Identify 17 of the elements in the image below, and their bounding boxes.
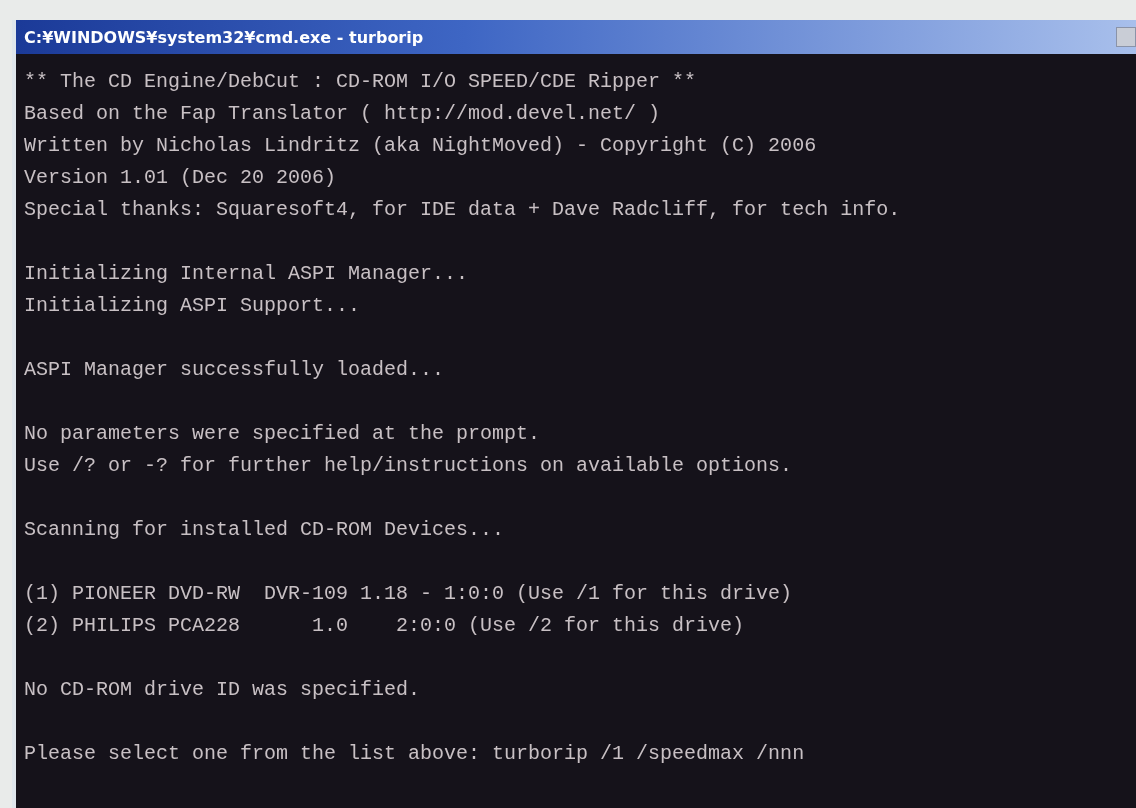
console-line: Based on the Fap Translator ( http://mod.devel.net/ ) [24,101,662,127]
console-line: Initializing Internal ASPI Manager... [24,261,470,287]
console-line: No CD-ROM drive ID was specified. [24,677,422,703]
window-control-button[interactable] [1116,27,1136,47]
console-line: Use /? or -? for further help/instructions on available options. [24,453,794,479]
console-line: Initializing ASPI Support... [24,293,362,319]
console-line: ASPI Manager successfully loaded... [24,357,446,383]
console-line: (2) PHILIPS PCA228 1.0 2:0:0 (Use /2 for this drive) [24,613,746,639]
console-line: Please select one from the list above: turborip /1 /speedmax /nnn [24,741,806,767]
console-line: Scanning for installed CD-ROM Devices... [24,517,506,543]
console-line: ** The CD Engine/DebCut : CD-ROM I/O SPEED/CDE Ripper ** [24,69,698,95]
console-line: No parameters were specified at the prompt. [24,421,542,447]
console-line: (1) PIONEER DVD-RW DVR-109 1.18 - 1:0:0 (Use /1 for this drive) [24,581,794,607]
console-line: Special thanks: Squaresoft4, for IDE data + Dave Radcliff, for tech info. [24,197,902,223]
console-line: Version 1.01 (Dec 20 2006) [24,165,338,191]
window-title: C:¥WINDOWS¥system32¥cmd.exe - turborip [24,27,424,47]
console-line: Written by Nicholas Lindritz (aka NightMoved) - Copyright (C) 2006 [24,133,818,159]
